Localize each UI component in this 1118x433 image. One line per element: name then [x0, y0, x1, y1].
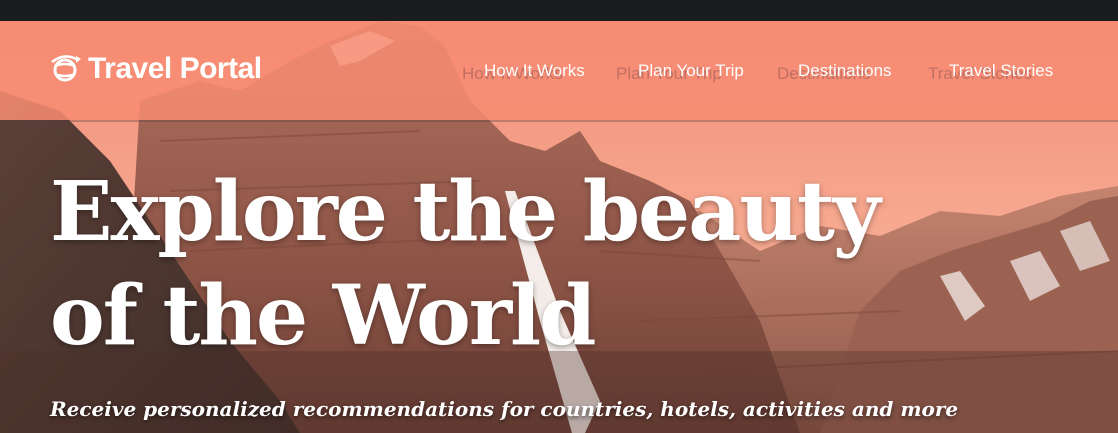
- main-navigation: How It Works Plan Your Trip Destinations…: [0, 21, 1118, 120]
- hero-tagline: Receive personalized recommendations for…: [50, 397, 959, 421]
- browser-top-bar: [0, 0, 1118, 21]
- nav-travel-stories[interactable]: Travel Stories: [949, 61, 1053, 81]
- page: Travel Portal How It Works Plan Your Tri…: [0, 0, 1118, 433]
- site-header: Travel Portal How It Works Plan Your Tri…: [0, 21, 1118, 120]
- nav-plan-your-trip[interactable]: Plan Your Trip: [638, 61, 744, 81]
- nav-destinations[interactable]: Destinations: [798, 61, 892, 81]
- hero-headline: Explore the beauty of the World: [50, 164, 880, 364]
- nav-how-it-works[interactable]: How It Works: [484, 61, 585, 81]
